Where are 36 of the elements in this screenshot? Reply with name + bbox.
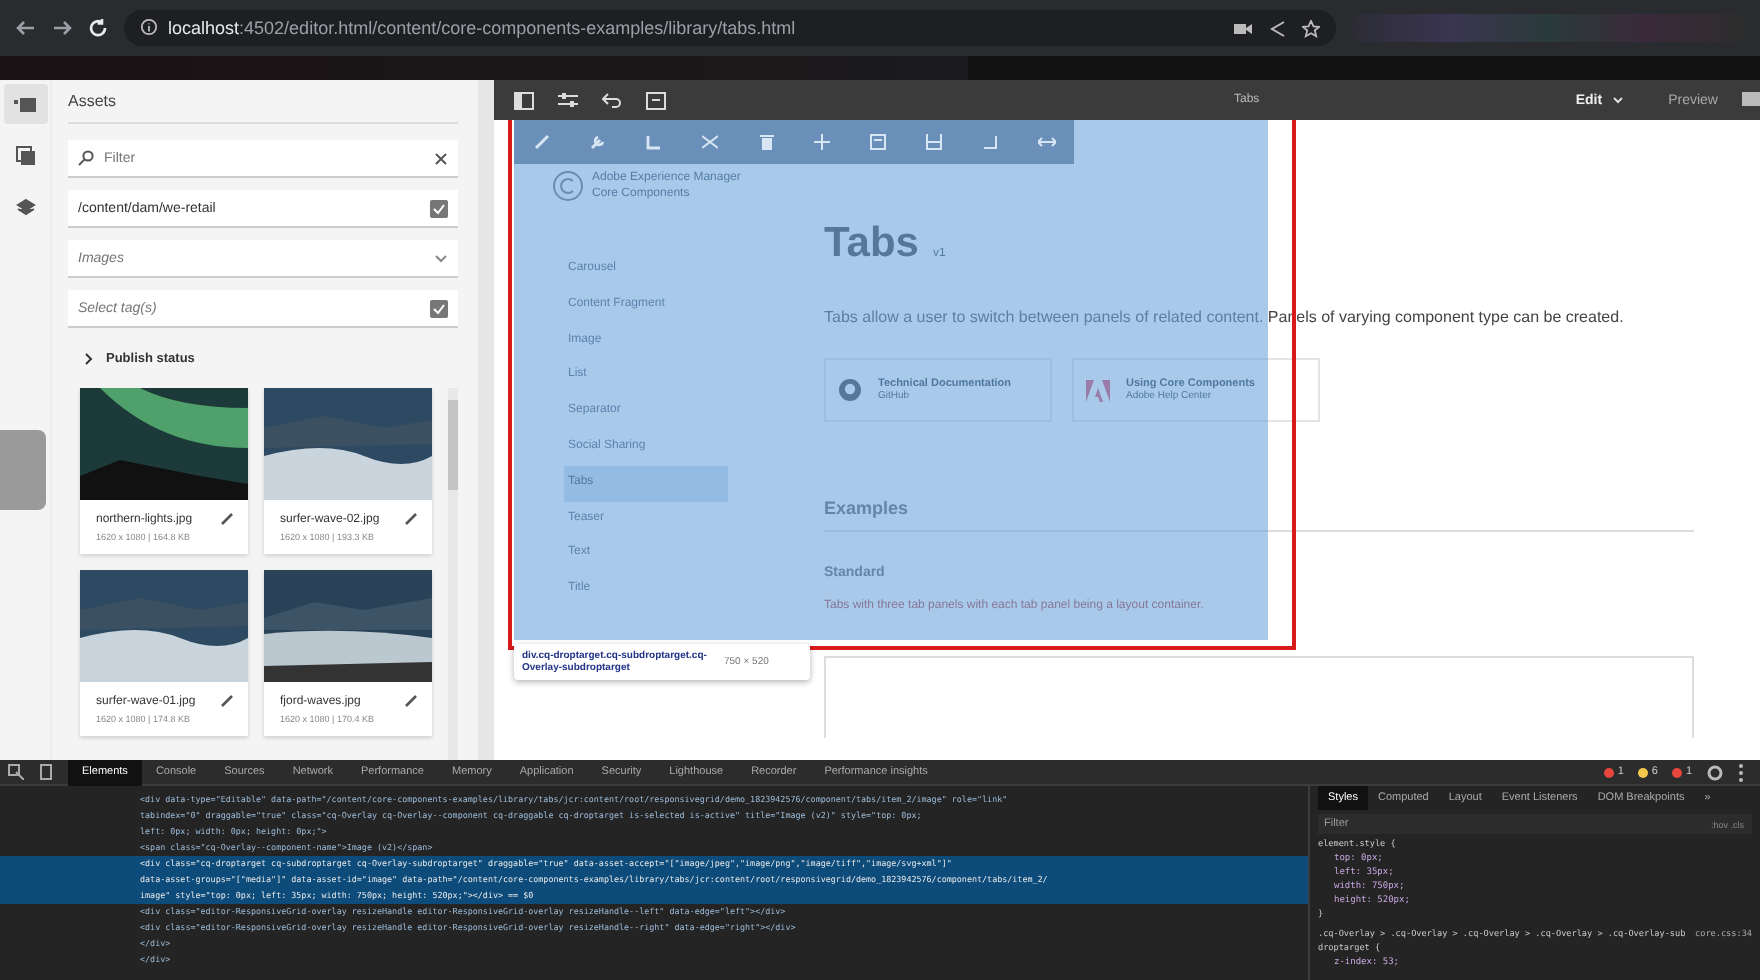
search-icon [78, 150, 94, 166]
device-icon[interactable] [40, 764, 52, 780]
forward-icon[interactable] [52, 18, 72, 38]
share-icon[interactable] [1268, 19, 1286, 37]
adobe-icon [1086, 379, 1110, 401]
chevron-right-icon [84, 352, 94, 366]
chevron-down-icon [1612, 96, 1625, 104]
url-text: localhost:4502/editor.html/content/core-components-examples/library/tabs.html [168, 18, 796, 38]
tags-browse-icon[interactable] [430, 299, 448, 317]
camera-icon[interactable] [1234, 19, 1252, 37]
section-heading: Examples [824, 498, 911, 518]
bookmark-star-icon[interactable] [1302, 19, 1320, 37]
edit-icon[interactable] [220, 694, 234, 708]
annotations-icon[interactable] [1742, 91, 1760, 109]
properties-icon[interactable] [558, 91, 578, 109]
reload-icon[interactable] [88, 18, 108, 38]
scrollbar[interactable] [448, 388, 458, 760]
emulator-icon[interactable] [646, 91, 666, 109]
panel-title: Assets [68, 92, 458, 124]
edit-icon[interactable] [220, 512, 234, 526]
panel-handle[interactable] [0, 430, 46, 510]
side-panel-icon[interactable] [514, 91, 534, 109]
back-icon[interactable] [16, 18, 36, 38]
undo-icon[interactable] [602, 91, 622, 109]
edit-icon[interactable] [404, 694, 418, 708]
address-bar[interactable]: localhost:4502/editor.html/content/core-components-examples/library/tabs.html [124, 10, 1336, 46]
assets-icon[interactable] [3, 84, 47, 124]
page-heading: Tabs [824, 220, 919, 268]
logo-icon [552, 170, 584, 202]
path-browse-icon[interactable] [430, 199, 448, 217]
edit-icon[interactable] [404, 512, 418, 526]
inspect-icon[interactable] [8, 764, 24, 780]
chevron-down-icon [434, 253, 448, 263]
settings-icon[interactable] [1706, 763, 1724, 781]
clear-icon[interactable] [434, 151, 448, 165]
more-icon[interactable] [1738, 763, 1744, 781]
